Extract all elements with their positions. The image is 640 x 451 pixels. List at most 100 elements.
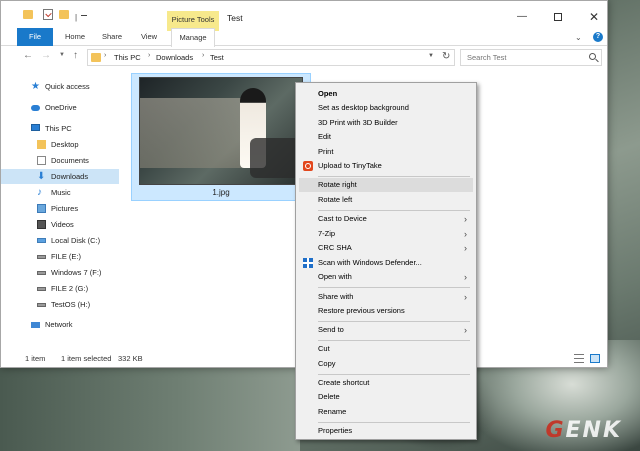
tab-view[interactable]: View [137, 28, 161, 46]
menu-item-open-with[interactable]: Open with › [299, 270, 473, 284]
menu-separator [318, 210, 470, 211]
sidebar-item-file-2-g[interactable]: FILE 2 (G:) [1, 281, 119, 296]
pictures-icon [37, 204, 46, 213]
menu-item-rename[interactable]: Rename [299, 405, 473, 419]
sidebar-item-testos-h[interactable]: TestOS (H:) [1, 297, 119, 312]
drive-icon [37, 287, 46, 291]
menu-item-cast-to-device[interactable]: Cast to Device › [299, 212, 473, 226]
menu-item-label: Edit [318, 132, 331, 141]
menu-item-rotate-left[interactable]: Rotate left [299, 193, 473, 207]
menu-item-label: Properties [318, 426, 353, 435]
new-folder-icon[interactable] [59, 10, 69, 19]
menu-item-label: Restore previous versions [318, 306, 405, 315]
address-bar[interactable]: › This PC › Downloads › Test ▼ ↻ [87, 49, 455, 66]
menu-item-set-as-desktop-background[interactable]: Set as desktop background [299, 101, 473, 115]
search-icon[interactable] [589, 53, 596, 60]
computer-icon [31, 124, 40, 131]
sidebar-item-this-pc[interactable]: This PC [1, 121, 119, 136]
menu-item-create-shortcut[interactable]: Create shortcut [299, 376, 473, 390]
minimize-button[interactable]: — [509, 9, 535, 27]
cloud-icon [31, 105, 40, 111]
quick-access-separator: | [75, 13, 78, 22]
up-button[interactable]: ↑ [73, 50, 78, 61]
window-title: Test [227, 13, 243, 23]
properties-icon[interactable] [43, 9, 53, 20]
sidebar-item-label: Desktop [51, 140, 79, 149]
menu-item-label: Delete [318, 392, 340, 401]
sidebar-item-file-e[interactable]: FILE (E:) [1, 249, 119, 264]
menu-item-delete[interactable]: Delete [299, 390, 473, 404]
refresh-icon[interactable]: ↻ [442, 51, 450, 62]
image-thumbnail [139, 77, 303, 185]
navigation-bar: ← → ▼ ↑ › This PC › Downloads › Test ▼ ↻ [1, 47, 607, 67]
menu-item-scan-with-windows-defender[interactable]: Scan with Windows Defender... [299, 256, 473, 270]
menu-item-7-zip[interactable]: 7-Zip › [299, 227, 473, 241]
folder-icon[interactable] [23, 10, 33, 19]
sidebar-item-windows-7-f[interactable]: Windows 7 (F:) [1, 265, 119, 280]
sidebar-item-pictures[interactable]: Pictures [1, 201, 119, 216]
submenu-arrow-icon: › [464, 243, 467, 253]
search-input[interactable] [461, 50, 579, 65]
item-count: 1 item [25, 354, 46, 363]
breadcrumb-downloads[interactable]: Downloads [156, 53, 193, 62]
menu-item-edit[interactable]: Edit [299, 130, 473, 144]
sidebar-item-local-disk-c[interactable]: Local Disk (C:) [1, 233, 119, 248]
crumb-separator[interactable]: › [104, 52, 106, 59]
watermark-accent: G [545, 418, 566, 443]
crumb-separator[interactable]: › [148, 52, 150, 59]
forward-button[interactable]: → [41, 50, 51, 61]
network-icon [31, 322, 40, 328]
sidebar-item-desktop[interactable]: Desktop [1, 137, 119, 152]
submenu-arrow-icon: › [464, 214, 467, 224]
menu-separator [318, 321, 470, 322]
tab-file[interactable]: File [17, 28, 53, 46]
customize-quick-access-icon[interactable] [81, 15, 87, 16]
menu-item-rotate-right[interactable]: Rotate right [299, 178, 473, 192]
tab-home[interactable]: Home [61, 28, 89, 46]
menu-item-open[interactable]: Open [299, 87, 473, 101]
menu-item-print[interactable]: Print [299, 145, 473, 159]
watermark-text: ENK [565, 418, 622, 443]
menu-item-cut[interactable]: Cut [299, 342, 473, 356]
document-icon [37, 156, 46, 165]
file-name: 1.jpg [212, 188, 230, 197]
details-view-icon[interactable] [574, 354, 584, 363]
sidebar-item-label: OneDrive [45, 103, 77, 112]
menu-item-label: Send to [318, 325, 344, 334]
sidebar-item-videos[interactable]: Videos [1, 217, 119, 232]
menu-item-send-to[interactable]: Send to › [299, 323, 473, 337]
menu-separator [318, 287, 470, 288]
help-icon[interactable]: ? [593, 32, 603, 42]
sidebar-item-documents[interactable]: Documents [1, 153, 119, 168]
tab-share[interactable]: Share [98, 28, 126, 46]
close-button[interactable]: ✕ [581, 9, 607, 27]
menu-item-properties[interactable]: Properties [299, 424, 473, 438]
breadcrumb-test[interactable]: Test [210, 53, 224, 62]
breadcrumb-this-pc[interactable]: This PC [114, 53, 141, 62]
search-box[interactable] [460, 49, 602, 66]
large-icons-view-icon[interactable] [590, 354, 600, 363]
sidebar-item-music[interactable]: ♪ Music [1, 185, 119, 200]
menu-item-3d-print[interactable]: 3D Print with 3D Builder [299, 116, 473, 130]
address-dropdown-icon[interactable]: ▼ [428, 53, 434, 59]
menu-item-upload-to-tinytake[interactable]: Upload to TinyTake [299, 159, 473, 173]
file-item-selected[interactable]: 1.jpg [131, 73, 311, 201]
sidebar-item-quick-access[interactable]: ★ Quick access [1, 79, 119, 94]
tab-manage[interactable]: Manage [171, 28, 215, 47]
sidebar-item-onedrive[interactable]: OneDrive [1, 100, 119, 115]
back-button[interactable]: ← [23, 50, 33, 61]
menu-item-label: Open [318, 89, 338, 98]
crumb-separator[interactable]: › [202, 52, 204, 59]
recent-locations-button[interactable]: ▼ [59, 52, 65, 58]
menu-item-share-with[interactable]: Share with › [299, 290, 473, 304]
sidebar-item-network[interactable]: Network [1, 317, 119, 332]
maximize-button[interactable] [545, 9, 571, 27]
context-menu: Open Set as desktop background 3D Print … [295, 82, 477, 440]
menu-item-restore-previous-versions[interactable]: Restore previous versions [299, 304, 473, 318]
menu-item-copy[interactable]: Copy [299, 357, 473, 371]
windows-defender-icon [303, 258, 313, 268]
expand-ribbon-icon[interactable]: ⌄ [575, 33, 582, 42]
menu-separator [318, 422, 470, 423]
menu-item-crc-sha[interactable]: CRC SHA › [299, 241, 473, 255]
sidebar-item-downloads[interactable]: ⬇ Downloads [1, 169, 119, 184]
